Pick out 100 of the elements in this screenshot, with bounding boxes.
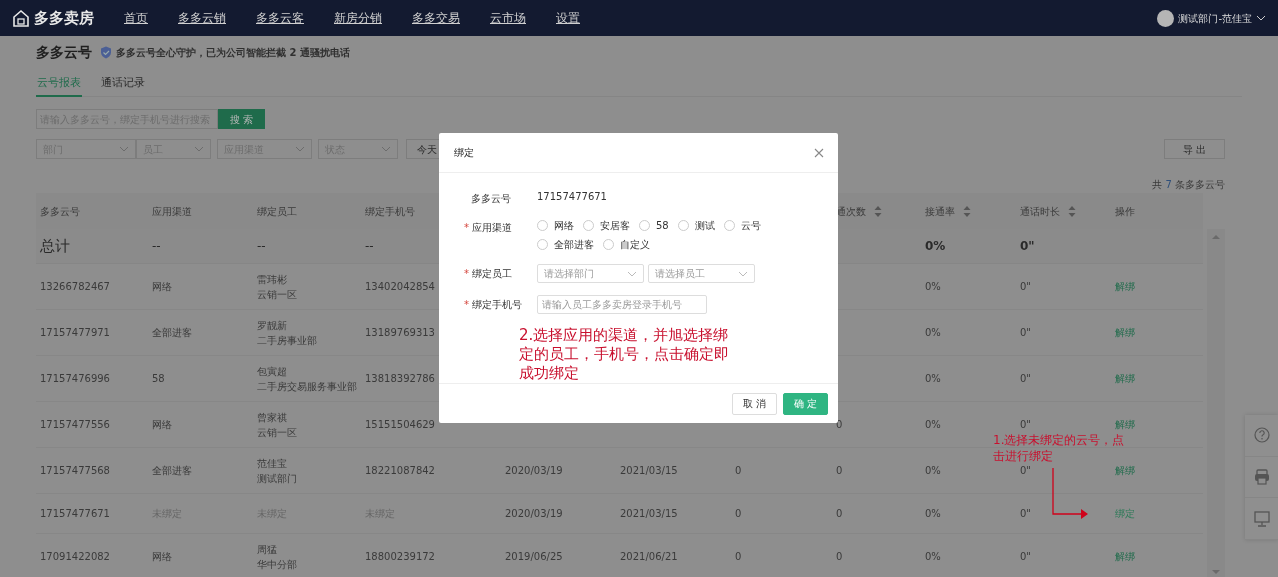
- table-cell-text: --: [257, 238, 266, 255]
- table-cell-text: 17091422082: [40, 550, 111, 564]
- required-mark: *: [464, 298, 469, 312]
- dialog-title: 绑定: [454, 146, 474, 160]
- help-icon[interactable]: [1253, 427, 1270, 444]
- caret-icon: [295, 146, 305, 152]
- caret-icon: [1256, 15, 1266, 21]
- shield-icon: [100, 46, 112, 59]
- table-cell-text: 0%: [925, 372, 942, 386]
- table-cell-text: 网络: [152, 550, 173, 564]
- sort-icon: [1068, 205, 1076, 217]
- table-cell-text: 0": [1020, 507, 1032, 521]
- table-cell-text: 13189769313: [365, 326, 436, 340]
- table-cell-text: 0%: [925, 238, 946, 255]
- table-cell-text: 13266782467: [40, 280, 111, 294]
- sort-icon: [963, 205, 971, 217]
- required-mark: *: [464, 267, 469, 281]
- column-header: 绑定手机号: [365, 204, 415, 219]
- sort-icon: [874, 205, 882, 217]
- select-field[interactable]: 请选择部门: [537, 264, 644, 283]
- table-cell-text: 0%: [925, 464, 942, 478]
- table-cell-text: 18800239172: [365, 550, 436, 564]
- radio-option[interactable]: 网络: [537, 218, 574, 233]
- table-cell-text: 0%: [925, 418, 942, 432]
- nav-link[interactable]: 首页: [124, 9, 148, 27]
- table-cell-text: 17157477671: [40, 507, 111, 521]
- radio-option[interactable]: 云号: [723, 218, 761, 233]
- field-label: 绑定手机号: [472, 298, 522, 312]
- annotation-text: 2.选择应用的渠道，并旭选择绑定的员工，手机号，点击确定即成功绑定: [519, 326, 730, 383]
- radio-option[interactable]: 测试: [677, 218, 715, 233]
- phone-field[interactable]: 请输入员工多多卖房登录手机号: [537, 295, 707, 314]
- table-cell-text: 总计: [40, 235, 70, 257]
- close-button[interactable]: [814, 147, 824, 158]
- radio-option[interactable]: 58: [639, 218, 669, 233]
- table-cell-text: 0: [836, 418, 844, 432]
- nav-link[interactable]: 云市场: [490, 9, 526, 27]
- field-label: 应用渠道: [472, 221, 512, 235]
- column-header: 多多云号: [40, 204, 80, 219]
- caret-icon: [627, 270, 637, 277]
- table-cell-text: 2020/03/19: [505, 464, 564, 478]
- table-cell-text: 2021/03/15: [620, 507, 679, 521]
- table-cell-text: 0%: [925, 550, 942, 564]
- column-header: 应用渠道: [152, 204, 192, 219]
- cancel-button[interactable]: 取 消: [731, 392, 777, 415]
- notice-text: 多多云号全心守护，已为公司智能拦截 2 通骚扰电话: [116, 46, 350, 60]
- nav-link[interactable]: 多多云销: [178, 9, 226, 27]
- table-cell-text: 范佳宝: [257, 456, 288, 471]
- nav-link[interactable]: 多多交易: [412, 9, 460, 27]
- table-cell-text: 0": [1020, 326, 1032, 340]
- table-cell-text: 17157477971: [40, 326, 111, 340]
- table-cell-text: 2021/03/15: [620, 464, 679, 478]
- table-cell-text: --: [152, 238, 161, 255]
- table-cell-text: 2020/03/19: [505, 507, 564, 521]
- tab[interactable]: 通话记录: [100, 75, 146, 97]
- monitor-icon[interactable]: [1253, 510, 1270, 527]
- logo-text: 多多卖房: [34, 7, 94, 29]
- caret-icon: [194, 146, 204, 152]
- table-cell-text: 网络: [152, 418, 173, 432]
- table-cell-text: 17157477568: [40, 464, 111, 478]
- table-cell-text: 13818392786: [365, 372, 436, 386]
- nav-link[interactable]: 设置: [556, 9, 580, 27]
- caret-icon: [381, 146, 391, 152]
- table-cell-text: --: [365, 238, 374, 255]
- required-mark: *: [464, 221, 469, 235]
- table-cell-text: 罗靓新: [257, 318, 288, 333]
- nav-link[interactable]: 新房分销: [334, 9, 382, 27]
- table-cell-text: 曾家祺: [257, 410, 288, 425]
- house-icon: [12, 9, 30, 27]
- export-button[interactable]: 导 出: [1164, 139, 1225, 159]
- printer-icon[interactable]: [1253, 469, 1270, 485]
- table-cell-text: 0%: [925, 507, 942, 521]
- table-cell-text: 周猛: [257, 542, 278, 557]
- avatar: [1157, 9, 1175, 27]
- confirm-button[interactable]: 确 定: [782, 392, 828, 415]
- user-name[interactable]: 测试部门-范佳宝: [1178, 10, 1252, 26]
- search-button[interactable]: 搜 索: [218, 109, 266, 129]
- table-cell-text: 2021/06/21: [620, 550, 679, 564]
- field-value: 17157477671: [537, 191, 607, 202]
- field-label: 多多云号: [471, 192, 511, 206]
- table-cell-text: 0: [735, 550, 743, 564]
- caret-icon: [738, 270, 748, 277]
- nav-link[interactable]: 多多云客: [256, 9, 304, 27]
- select-field[interactable]: 请选择员工: [648, 264, 755, 283]
- table-cell-text: 0": [1020, 238, 1035, 255]
- radio-option[interactable]: 自定义: [603, 237, 650, 252]
- column-header: 操作: [1115, 204, 1135, 219]
- radio-option[interactable]: 安居客: [583, 218, 630, 233]
- table-cell-text: 17157476996: [40, 372, 111, 386]
- table-cell-text: 0: [836, 507, 844, 521]
- table-cell-text: 网络: [152, 280, 173, 294]
- table-cell-text: 15151504629: [365, 418, 436, 432]
- table-cell-text: 13402042854: [365, 280, 436, 294]
- table-cell-text: 测试部门: [257, 471, 298, 486]
- table-cell-text: 0: [735, 507, 743, 521]
- radio-option[interactable]: 全部进客: [537, 237, 594, 252]
- column-header: 接通率: [925, 204, 955, 219]
- table-cell-text: 18221087842: [365, 464, 436, 478]
- arrow: [1050, 468, 1090, 520]
- count-text: 共 7 条多多云号: [1152, 179, 1225, 190]
- page-title: 多多云号: [36, 43, 92, 62]
